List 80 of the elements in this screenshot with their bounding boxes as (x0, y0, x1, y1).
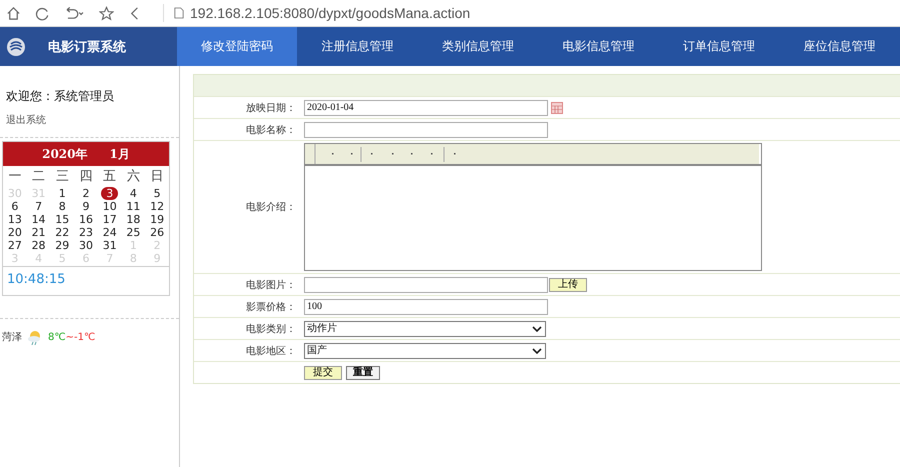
home-icon[interactable] (6, 6, 21, 20)
logo-icon (6, 36, 26, 56)
weekday-label: 二 (31, 168, 46, 186)
weekday-label: 三 (54, 168, 70, 186)
calendar-day[interactable]: 3 (101, 187, 118, 200)
weekday-label: 四 (78, 168, 94, 186)
temperature-high: 8℃ (48, 332, 66, 342)
calendar-day[interactable]: 14 (28, 213, 49, 226)
chevron-icon (532, 326, 542, 332)
field-label: 电影介绍： (245, 200, 297, 214)
calendar-day[interactable]: 2 (79, 187, 92, 200)
app-title: 电影订票系统 (48, 38, 126, 56)
nav-tab[interactable]: 类别信息管理 (418, 27, 538, 66)
chevron-icon (532, 348, 542, 354)
reset-button[interactable]: 重置 (346, 366, 380, 380)
calendar-day[interactable]: 16 (76, 213, 96, 226)
calendar-day[interactable]: 27 (4, 239, 25, 252)
calendar-day[interactable]: 10 (100, 200, 120, 213)
calendar-day[interactable]: 20 (4, 226, 25, 239)
weekday-label: 五 (102, 168, 118, 186)
reload-icon[interactable] (35, 6, 50, 20)
calendar-day[interactable]: 8 (56, 200, 69, 213)
dropdown-field[interactable]: 国产 (304, 342, 546, 358)
field-label: 放映日期： (245, 102, 297, 114)
dropdown-field[interactable]: 动作片 (304, 320, 546, 336)
calendar-day[interactable]: 21 (28, 226, 49, 239)
calendar-day[interactable]: 6 (8, 200, 22, 213)
calendar-day[interactable]: 19 (147, 213, 168, 226)
calendar-day[interactable]: 13 (4, 213, 25, 226)
calendar-day[interactable]: 11 (123, 200, 144, 213)
file-field[interactable] (304, 276, 548, 292)
nav-tab[interactable]: 注册信息管理 (297, 27, 418, 66)
sun-cloud-icon (27, 329, 43, 345)
calendar-day[interactable]: 9 (79, 200, 92, 213)
undo-icon[interactable] (64, 6, 85, 20)
page-icon (174, 7, 184, 19)
city-name: 菏泽 (2, 330, 22, 344)
field-label: 电影地区： (245, 344, 297, 358)
calendar-day[interactable]: 31 (100, 239, 120, 252)
calendar-day[interactable]: 4 (126, 187, 140, 200)
nav-tab[interactable]: 电影信息管理 (538, 27, 659, 66)
temperature-low: ~-1℃ (66, 332, 96, 342)
calendar-month: 1月 (110, 146, 130, 162)
calendar-day[interactable]: 25 (123, 226, 144, 239)
star-icon[interactable] (99, 6, 114, 20)
upload-button[interactable]: 上传 (549, 278, 587, 292)
field-label: 影票价格： (245, 300, 297, 314)
nav-tab[interactable]: 订单信息管理 (658, 27, 780, 66)
calendar-day[interactable]: 30 (76, 239, 96, 252)
weekday-label: 六 (126, 168, 141, 186)
logout-link[interactable]: 退出系统 (0, 113, 46, 127)
calendar-day[interactable]: 18 (123, 213, 144, 226)
calendar-day[interactable]: 24 (100, 226, 120, 239)
field-label: 电影图片： (245, 278, 297, 292)
address-bar[interactable]: 192.168.2.105:8080/dypxt/goodsMana.action (190, 5, 470, 21)
clock-text: 10:48:15 (3, 266, 169, 295)
date-field[interactable]: 2020-01-04 (304, 100, 548, 116)
field-label: 电影名称： (245, 124, 297, 136)
calendar-day[interactable]: 7 (32, 200, 46, 213)
calendar-day[interactable]: 15 (52, 213, 72, 226)
nav-tab[interactable]: 座位信息管理 (779, 27, 900, 66)
welcome-text: 欢迎您：系统管理员 (5, 88, 115, 105)
text-field[interactable]: 100 (304, 298, 548, 314)
calendar-day[interactable]: 17 (100, 213, 120, 226)
calendar-day[interactable]: 1 (56, 187, 69, 200)
calendar-day[interactable]: 12 (147, 200, 168, 213)
calendar-icon[interactable] (551, 102, 563, 114)
calendar-year: 2020年 (42, 146, 88, 162)
calendar-day[interactable]: 23 (76, 226, 96, 239)
submit-button[interactable]: 提交 (304, 366, 342, 380)
field-label: 电影类别： (245, 322, 297, 336)
calendar-day[interactable]: 22 (52, 226, 72, 239)
calendar-day[interactable]: 29 (52, 239, 72, 252)
calendar-day[interactable]: 28 (28, 239, 49, 252)
weekday-label: 一 (7, 168, 22, 186)
weekday-label: 日 (150, 168, 165, 186)
nav-tab[interactable]: 修改登陆密码 (176, 27, 298, 66)
calendar-day[interactable]: 5 (150, 187, 164, 200)
text-field[interactable] (304, 122, 548, 138)
calendar-day[interactable]: 26 (147, 226, 168, 239)
